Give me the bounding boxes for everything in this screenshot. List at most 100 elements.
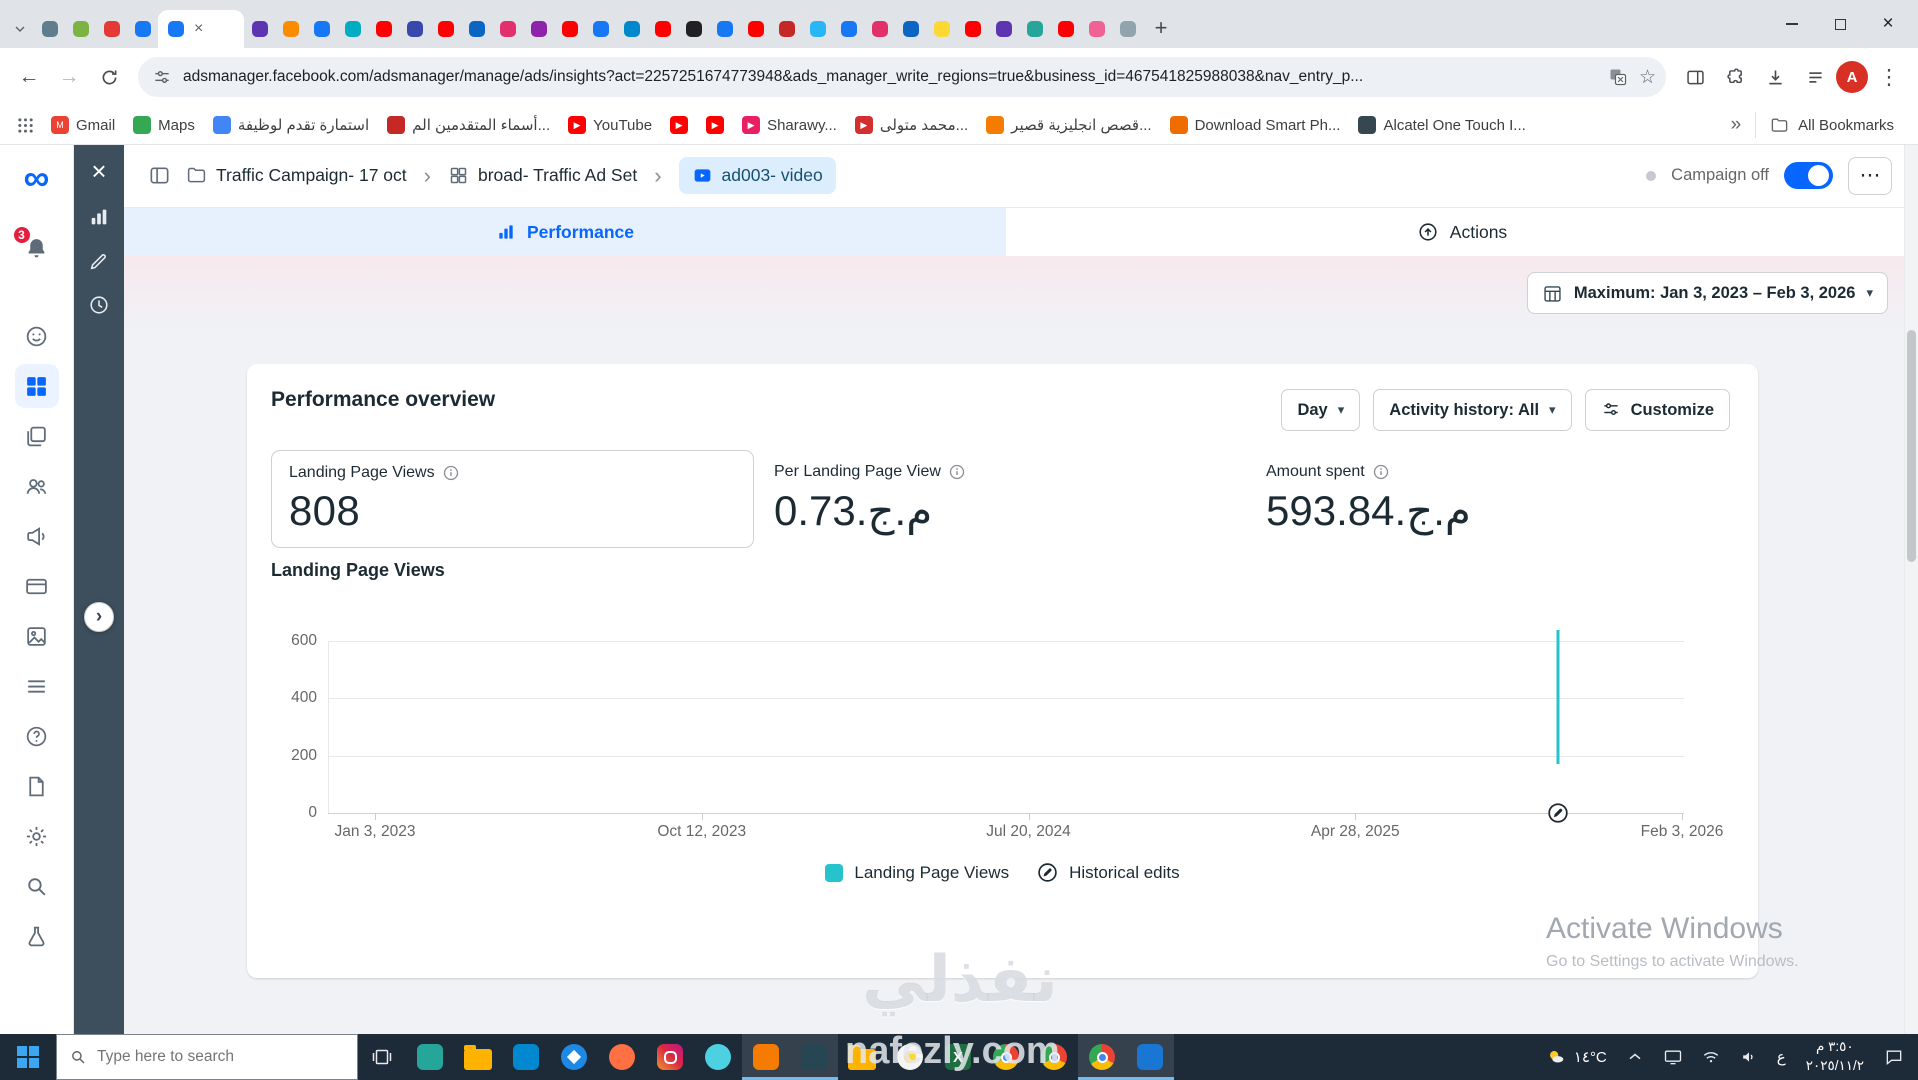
breadcrumb-campaign[interactable]: Traffic Campaign- 17 oct <box>186 165 407 186</box>
browser-tab[interactable] <box>244 10 275 48</box>
meta-logo[interactable]: ∞ <box>24 160 50 196</box>
bookmark-item[interactable]: Download Smart Ph... <box>1161 111 1350 139</box>
sidebar-item-ads-reporting[interactable] <box>14 364 59 408</box>
reading-list-icon[interactable] <box>1796 58 1834 96</box>
extensions-puzzle-icon[interactable] <box>1716 58 1754 96</box>
translate-icon[interactable] <box>1608 67 1628 87</box>
browser-tab[interactable] <box>1112 10 1143 48</box>
info-icon[interactable] <box>949 464 965 480</box>
sidebar-item-billing[interactable] <box>15 564 59 608</box>
sidebar-item-audiences[interactable] <box>15 464 59 508</box>
tab-close-icon[interactable]: × <box>194 21 203 37</box>
sidebar-item-help[interactable] <box>15 714 59 758</box>
window-close-button[interactable]: × <box>1864 0 1912 48</box>
tray-display-icon[interactable] <box>1655 1034 1691 1080</box>
apps-grid-icon[interactable] <box>10 110 40 140</box>
breadcrumb-adset[interactable]: broad- Traffic Ad Set <box>448 165 637 186</box>
back-button[interactable]: ← <box>10 58 48 96</box>
metric-amount-spent[interactable]: Amount spent 593.84.ج.م <box>1266 450 1471 548</box>
info-icon[interactable] <box>443 465 459 481</box>
panel-toggle-icon[interactable] <box>140 157 178 195</box>
sidebar-item-experiments[interactable] <box>15 914 59 958</box>
bookmark-item[interactable]: ▶ محمد متولى... <box>846 111 977 139</box>
browser-tab[interactable] <box>1019 10 1050 48</box>
close-panel-icon[interactable]: × <box>91 158 106 184</box>
sidebar-item-ads[interactable] <box>15 514 59 558</box>
browser-tab[interactable] <box>647 10 678 48</box>
site-settings-icon[interactable] <box>152 67 172 87</box>
sidebar-item-assets[interactable] <box>15 614 59 658</box>
notifications-button[interactable]: 3 <box>11 225 59 270</box>
browser-tab[interactable] <box>96 10 127 48</box>
sidebar-item-settings[interactable] <box>15 814 59 858</box>
bookmark-item[interactable]: Alcatel One Touch I... <box>1349 111 1534 139</box>
tab-performance[interactable]: Performance <box>124 208 1006 256</box>
browser-tab[interactable] <box>616 10 647 48</box>
browser-tab[interactable] <box>127 10 158 48</box>
browser-tab[interactable] <box>802 10 833 48</box>
expand-sidebar-button[interactable]: › <box>84 602 114 632</box>
profile-avatar[interactable]: A <box>1836 61 1868 93</box>
taskbar-search-input[interactable] <box>97 1048 345 1066</box>
taskbar-app-solid[interactable] <box>742 1034 790 1080</box>
taskbar-app-solid[interactable] <box>502 1034 550 1080</box>
browser-tab[interactable] <box>740 10 771 48</box>
browser-tab[interactable] <box>368 10 399 48</box>
info-icon[interactable] <box>1373 464 1389 480</box>
bookmark-item[interactable]: ▶ <box>697 111 733 139</box>
tray-volume-icon[interactable] <box>1731 1034 1767 1080</box>
taskbar-search[interactable] <box>56 1034 358 1080</box>
browser-tab[interactable] <box>34 10 65 48</box>
customize-button[interactable]: Customize <box>1584 389 1730 431</box>
browser-tab[interactable] <box>864 10 895 48</box>
bookmarks-overflow-icon[interactable]: » <box>1719 114 1754 136</box>
window-minimize-button[interactable] <box>1768 0 1816 48</box>
taskbar-app-solid[interactable] <box>1126 1034 1174 1080</box>
browser-tab[interactable] <box>926 10 957 48</box>
browser-tab[interactable] <box>988 10 1019 48</box>
browser-tab[interactable] <box>65 10 96 48</box>
history-clock-icon[interactable] <box>88 294 110 316</box>
start-button[interactable] <box>0 1034 56 1080</box>
reload-button[interactable] <box>90 58 128 96</box>
browser-tab[interactable] <box>399 10 430 48</box>
bookmark-item[interactable]: قصص انجليزية قصير... <box>977 111 1160 139</box>
tab-search-icon[interactable] <box>6 10 34 48</box>
browser-tab[interactable] <box>337 10 368 48</box>
browser-tab[interactable] <box>833 10 864 48</box>
sidebar-item-more-tools[interactable] <box>15 664 59 708</box>
new-tab-button[interactable]: + <box>1145 12 1177 44</box>
tray-caret-icon[interactable] <box>1617 1034 1653 1080</box>
url-text[interactable]: adsmanager.facebook.com/adsmanager/manag… <box>183 68 1597 86</box>
sidebar-item-docs[interactable] <box>15 764 59 808</box>
legend-item-landing-page-views[interactable]: Landing Page Views <box>825 863 1009 883</box>
forward-button[interactable]: → <box>50 58 88 96</box>
sidebar-item-search[interactable] <box>15 864 59 908</box>
bookmark-item[interactable]: M Gmail <box>42 111 124 139</box>
taskbar-app-folder[interactable] <box>454 1034 502 1080</box>
breadcrumb-ad-active[interactable]: ad003- video <box>678 157 836 194</box>
active-browser-tab[interactable]: × <box>158 10 244 48</box>
bookmark-item[interactable]: استمارة تقدم لوظيفة <box>204 111 378 139</box>
browser-tab[interactable] <box>430 10 461 48</box>
edit-pencil-icon[interactable] <box>88 250 110 272</box>
browser-menu-icon[interactable]: ⋮ <box>1870 58 1908 96</box>
taskbar-clock[interactable]: ٣:٥٠ م ٢٠٢٥/١١/٢ <box>1796 1038 1874 1076</box>
bookmark-item[interactable]: Maps <box>124 111 204 139</box>
metric-per-landing-page-view[interactable]: Per Landing Page View 0.73.ج.م <box>774 450 965 548</box>
address-bar[interactable]: adsmanager.facebook.com/adsmanager/manag… <box>138 57 1666 97</box>
window-maximize-button[interactable] <box>1816 0 1864 48</box>
date-range-selector[interactable]: Maximum: Jan 3, 2023 – Feb 3, 2026 ▾ <box>1526 272 1888 314</box>
browser-tab[interactable] <box>1050 10 1081 48</box>
browser-tab[interactable] <box>678 10 709 48</box>
activity-history-dropdown[interactable]: Activity history: All ▾ <box>1373 389 1572 431</box>
taskbar-app-compass[interactable] <box>550 1034 598 1080</box>
scrollbar-thumb[interactable] <box>1907 330 1916 562</box>
browser-tab[interactable] <box>1081 10 1112 48</box>
campaign-toggle[interactable] <box>1784 162 1833 189</box>
bookmark-item[interactable]: ▶ Sharawy... <box>733 111 846 139</box>
weather-widget[interactable]: ١٤°C <box>1537 1034 1615 1080</box>
taskbar-app-solid[interactable] <box>694 1034 742 1080</box>
browser-tab[interactable] <box>306 10 337 48</box>
sidebar-item-feedback[interactable] <box>15 314 59 358</box>
